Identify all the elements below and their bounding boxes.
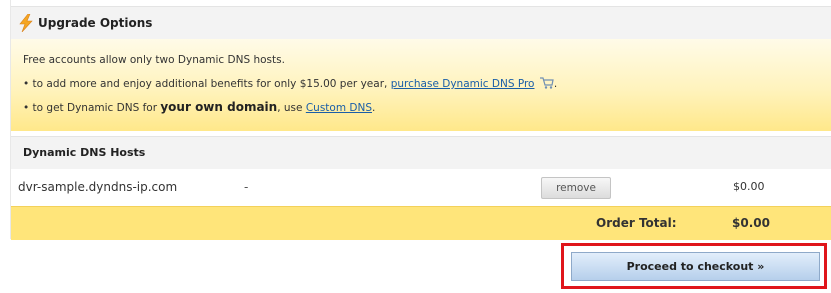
dynamic-dns-hosts-header: Dynamic DNS Hosts xyxy=(11,136,831,170)
custom-dns-link[interactable]: Custom DNS xyxy=(306,102,372,114)
order-total-value: $0.00 xyxy=(732,216,770,230)
upgrade-custom-dns-suffix: . xyxy=(372,102,376,114)
upgrade-intro-text: Free accounts allow only two Dynamic DNS… xyxy=(23,54,285,66)
table-row: dvr-sample.dyndns-ip.com - remove $0.00 xyxy=(11,169,831,205)
host-name: dvr-sample.dyndns-ip.com xyxy=(18,180,178,194)
lightning-bolt-icon xyxy=(19,14,33,32)
own-domain-emphasis: your own domain xyxy=(160,100,278,114)
upgrade-options-body: Free accounts allow only two Dynamic DNS… xyxy=(11,39,831,131)
upgrade-custom-dns-text: • to get Dynamic DNS for xyxy=(23,102,161,114)
upgrade-options-header: Upgrade Options xyxy=(11,6,831,40)
order-total-label: Order Total: xyxy=(596,216,677,230)
upgrade-pro-suffix: . xyxy=(553,78,558,90)
host-separator: - xyxy=(244,180,249,194)
upgrade-pro-line: • to add more and enjoy additional benef… xyxy=(23,77,557,90)
cart-panel: Upgrade Options Free accounts allow only… xyxy=(10,0,831,240)
dynamic-dns-hosts-title: Dynamic DNS Hosts xyxy=(23,146,146,159)
upgrade-pro-text: • to add more and enjoy additional benef… xyxy=(23,78,391,90)
order-total-row: Order Total: $0.00 xyxy=(11,206,831,240)
shopping-cart-icon[interactable] xyxy=(539,77,554,89)
purchase-dyndns-pro-link[interactable]: purchase Dynamic DNS Pro xyxy=(391,78,535,90)
remove-host-button[interactable]: remove xyxy=(541,177,611,199)
upgrade-options-title: Upgrade Options xyxy=(38,16,153,30)
host-price: $0.00 xyxy=(733,180,765,193)
upgrade-custom-dns-line: • to get Dynamic DNS for your own domain… xyxy=(23,100,375,114)
proceed-to-checkout-button[interactable]: Proceed to checkout » xyxy=(571,252,820,281)
upgrade-custom-dns-middle: , use xyxy=(277,102,306,114)
